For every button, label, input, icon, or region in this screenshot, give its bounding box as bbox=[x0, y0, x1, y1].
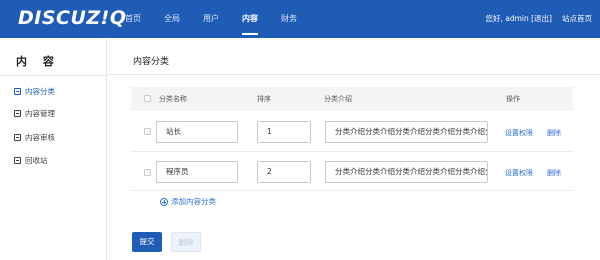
plus-circle-icon bbox=[160, 197, 168, 206]
bulk-delete-button[interactable]: 删除 bbox=[171, 232, 201, 252]
nav-global[interactable]: 全局 bbox=[164, 0, 180, 38]
category-icon bbox=[14, 88, 21, 95]
nav-content[interactable]: 内容 bbox=[242, 0, 258, 38]
site-home-link[interactable]: 站点首页 bbox=[562, 0, 592, 38]
row-divider bbox=[131, 151, 573, 152]
add-category-label: 添加内容分类 bbox=[171, 197, 216, 206]
sidebar-item-label: 回收站 bbox=[25, 156, 48, 165]
category-name-input[interactable]: 站长 bbox=[156, 121, 238, 143]
row-checkbox[interactable] bbox=[144, 128, 151, 135]
delete-row-link[interactable]: 删除 bbox=[547, 128, 561, 138]
row-checkbox[interactable] bbox=[144, 169, 151, 176]
col-desc-header: 分类介绍 bbox=[324, 95, 352, 103]
sidebar-item-recycle-bin[interactable]: 回收站 bbox=[14, 155, 48, 166]
nav-users[interactable]: 用户 bbox=[203, 0, 219, 38]
sidebar-item-label: 内容审核 bbox=[25, 133, 55, 142]
top-navbar: DISCUZ!Q 首页 全局 用户 内容 财务 您好, admin [退出] 站… bbox=[0, 0, 600, 38]
sidebar-item-content-manage[interactable]: 内容管理 bbox=[14, 108, 55, 119]
sidebar-item-content-review[interactable]: 内容审核 bbox=[14, 132, 55, 143]
nav-finance[interactable]: 财务 bbox=[281, 0, 297, 38]
main-panel: 内容分类 分类名称 排序 分类介绍 操作 站长 1 分类介绍分类介绍分类介绍分类… bbox=[107, 38, 600, 260]
category-order-input[interactable]: 2 bbox=[257, 161, 311, 183]
main-nav: 首页 全局 用户 内容 财务 bbox=[125, 0, 320, 38]
sidebar-item-label: 内容管理 bbox=[25, 109, 55, 118]
document-icon bbox=[14, 110, 21, 117]
set-permission-link[interactable]: 设置权限 bbox=[505, 168, 533, 178]
user-greeting-logout[interactable]: 您好, admin [退出] bbox=[485, 0, 552, 38]
submit-button[interactable]: 提交 bbox=[132, 232, 162, 252]
category-name-input[interactable]: 程序员 bbox=[156, 161, 238, 183]
select-all-checkbox[interactable] bbox=[144, 95, 151, 102]
sidebar: 内 容 内容分类 内容管理 内容审核 回收站 bbox=[0, 38, 107, 260]
col-actions-header: 操作 bbox=[506, 95, 520, 103]
sidebar-divider bbox=[0, 75, 106, 76]
add-category-button[interactable]: 添加内容分类 bbox=[160, 196, 216, 207]
discuz-logo[interactable]: DISCUZ!Q bbox=[18, 7, 127, 29]
set-permission-link[interactable]: 设置权限 bbox=[505, 128, 533, 138]
row-divider bbox=[131, 190, 573, 191]
col-order-header: 排序 bbox=[257, 95, 271, 103]
category-order-input[interactable]: 1 bbox=[257, 121, 311, 143]
recycle-bin-icon bbox=[14, 157, 21, 164]
category-desc-input[interactable]: 分类介绍分类介绍分类介绍分类介绍分类介绍分类介绍 bbox=[325, 161, 488, 183]
sidebar-title: 内 容 bbox=[16, 55, 60, 68]
page-title: 内容分类 bbox=[133, 57, 170, 67]
sidebar-item-content-category[interactable]: 内容分类 bbox=[14, 86, 55, 97]
user-area: 您好, admin [退出] 站点首页 bbox=[485, 0, 592, 38]
title-divider bbox=[107, 74, 600, 75]
sidebar-item-label: 内容分类 bbox=[25, 87, 55, 96]
category-desc-input[interactable]: 分类介绍分类介绍分类介绍分类介绍分类介绍分类介绍 bbox=[325, 121, 488, 143]
nav-home[interactable]: 首页 bbox=[125, 0, 141, 38]
table-header: 分类名称 排序 分类介绍 操作 bbox=[131, 87, 573, 111]
review-icon bbox=[14, 134, 21, 141]
delete-row-link[interactable]: 删除 bbox=[547, 168, 561, 178]
col-name-header: 分类名称 bbox=[159, 95, 187, 103]
